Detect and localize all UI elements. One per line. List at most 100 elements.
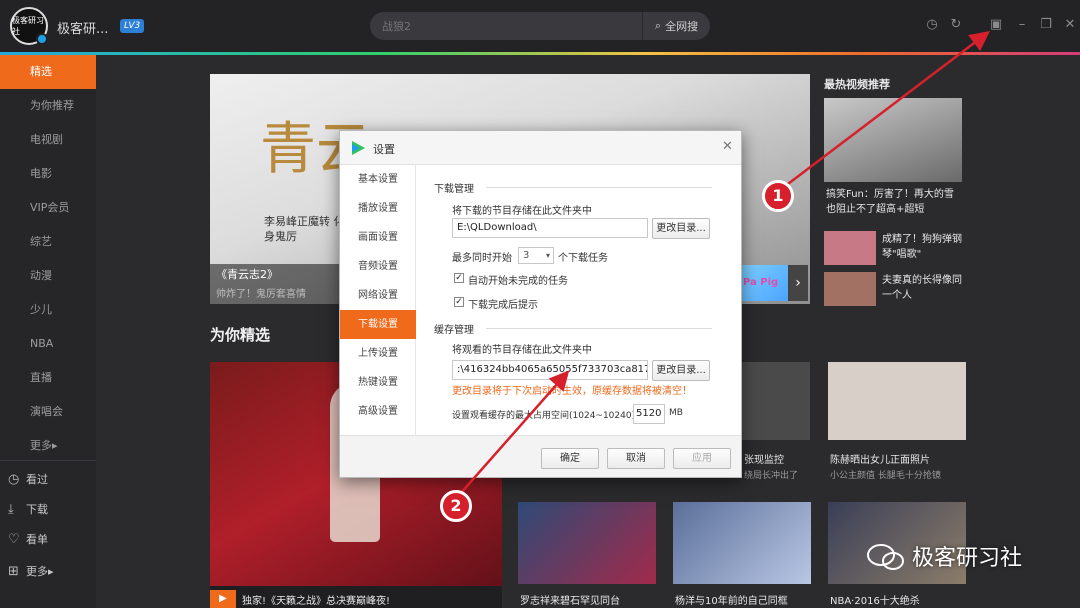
banner-next-icon[interactable]: › — [788, 265, 808, 301]
notify-done-checkbox[interactable]: ✓ — [454, 297, 464, 307]
sidebar-item-for-you[interactable]: 为你推荐 — [0, 89, 96, 123]
sidebar-divider — [0, 460, 96, 461]
video-card-sub: 小公主颜值 长腿毛十分抢镜 — [830, 471, 941, 481]
settings-nav-playback[interactable]: 播放设置 — [340, 194, 416, 223]
settings-nav-download[interactable]: 下载设置 — [340, 310, 416, 339]
close-icon[interactable]: ✕ — [1062, 17, 1078, 33]
video-card-title[interactable]: 陈赫晒出女儿正面照片 — [830, 451, 930, 466]
settings-nav-basic[interactable]: 基本设置 — [340, 165, 416, 194]
refresh-icon[interactable]: ↻ — [948, 17, 964, 33]
video-card-title[interactable]: NBA·2016十大绝杀 — [830, 592, 920, 607]
section-divider — [486, 187, 712, 188]
cache-max-label: 设置观看缓存的最大占用空间(1024~10240) — [452, 411, 636, 421]
sidebar-util-history[interactable]: ◷ 看过 — [0, 465, 96, 495]
concurrent-select[interactable]: 3 ▾ — [518, 247, 554, 264]
annotation-badge-2: 2 — [440, 490, 472, 522]
sidebar: 精选 为你推荐 电视剧 电影 VIP会员 综艺 动漫 少儿 NBA 直播 演唱会… — [0, 55, 96, 608]
banner-thumbnail[interactable]: Pa Pig — [740, 265, 788, 301]
settings-nav-audio[interactable]: 音频设置 — [340, 252, 416, 281]
search-button[interactable]: ⌕ 全网搜 — [642, 12, 710, 40]
settings-nav-advanced[interactable]: 高级设置 — [340, 397, 416, 426]
username[interactable]: 极客研... — [57, 18, 108, 37]
sidebar-item-anime[interactable]: 动漫 — [0, 259, 96, 293]
cache-warning: 更改目录将于下次启动时生效，原缓存数据将被清空！ — [452, 386, 692, 397]
sidebar-util-label: 下载 — [26, 503, 48, 516]
download-change-dir-button[interactable]: 更改目录... — [652, 218, 710, 239]
sidebar-item-featured[interactable]: 精选 — [0, 55, 96, 89]
history-icon[interactable]: ◷ — [924, 17, 940, 33]
annotation-badge-1: 1 — [762, 180, 794, 212]
restore-icon[interactable]: ❐ — [1038, 17, 1054, 33]
settings-nav-upload[interactable]: 上传设置 — [340, 339, 416, 368]
download-icon: ⤓ — [8, 502, 14, 517]
sidebar-item-nba[interactable]: NBA — [0, 327, 96, 361]
cache-change-dir-button[interactable]: 更改目录... — [652, 360, 710, 381]
sidebar-item-variety[interactable]: 综艺 — [0, 225, 96, 259]
sidebar-item-concert[interactable]: 演唱会 — [0, 395, 96, 429]
sidebar-item-tv[interactable]: 电视剧 — [0, 123, 96, 157]
concurrent-value: 3 — [523, 250, 530, 261]
cancel-button[interactable]: 取消 — [607, 448, 665, 469]
apply-button[interactable]: 应用 — [673, 448, 731, 469]
level-badge: LV3 — [120, 19, 145, 33]
chevron-down-icon: ▾ — [545, 251, 550, 260]
auto-resume-checkbox[interactable]: ✓ — [454, 273, 464, 283]
wechat-icon — [867, 544, 904, 570]
dialog-close-icon[interactable]: ✕ — [722, 139, 733, 154]
hot-video-thumb[interactable] — [824, 272, 876, 306]
hot-video-title[interactable]: 夫妻真的长得像同一个人 — [882, 273, 962, 303]
sidebar-util-download[interactable]: ⤓ 下载 — [0, 495, 96, 525]
app-logo-icon — [352, 141, 365, 155]
search-button-label: 全网搜 — [665, 20, 699, 33]
clock-icon: ◷ — [8, 472, 20, 487]
banner-title[interactable]: 《青云志2》 — [216, 266, 278, 282]
featured-card-label[interactable]: 独家!《天籁之战》总决赛巅峰夜! — [242, 592, 390, 607]
sidebar-util-label: 看过 — [26, 473, 48, 486]
cache-max-unit: MB — [669, 408, 683, 418]
download-folder-label: 将下载的节目存储在此文件夹中 — [452, 206, 592, 217]
video-card[interactable] — [518, 502, 656, 584]
concurrent-suffix: 个下载任务 — [558, 253, 608, 264]
auto-resume-label: 自动开始未完成的任务 — [468, 276, 568, 287]
plus-icon: ⊞ — [8, 564, 19, 579]
section-title: 为你精选 — [210, 326, 271, 344]
hot-video-title[interactable]: 搞笑Fun：厉害了！再大的雪也阻止不了超高+超短 — [826, 187, 962, 217]
sidebar-util-more[interactable]: ⊞ 更多▸ — [0, 557, 96, 587]
cache-max-field[interactable]: 5120 — [633, 404, 665, 424]
dialog-header: 设置 ✕ — [340, 131, 741, 165]
sidebar-item-vip[interactable]: VIP会员 — [0, 191, 96, 225]
settings-nav-video[interactable]: 画面设置 — [340, 223, 416, 252]
video-card-title[interactable]: 杨洋与10年前的自己同框 — [675, 592, 788, 607]
video-card[interactable] — [673, 502, 811, 584]
video-card[interactable] — [828, 362, 966, 440]
download-section-title: 下载管理 — [434, 184, 474, 195]
sidebar-item-movies[interactable]: 电影 — [0, 157, 96, 191]
hot-video-thumb[interactable] — [824, 231, 876, 265]
video-card[interactable] — [742, 362, 810, 440]
minimize-icon[interactable]: – — [1014, 17, 1030, 33]
cache-path-field[interactable]: :\416324bb4065a65055f733703ca817e1\ — [452, 360, 648, 380]
settings-menu-icon[interactable]: ▣ — [988, 17, 1004, 33]
hot-video-title[interactable]: 成精了！狗狗弹钢琴"唱歌" — [882, 232, 962, 262]
dialog-title: 设置 — [373, 143, 395, 156]
video-card-title[interactable]: 罗志祥来碧石罕见同台 — [520, 592, 620, 607]
hot-video-thumb[interactable] — [824, 98, 962, 182]
ok-button[interactable]: 确定 — [541, 448, 599, 469]
sidebar-item-live[interactable]: 直播 — [0, 361, 96, 395]
banner-description: 帅炸了！鬼厉套喜情 — [216, 289, 306, 300]
section-divider — [486, 328, 712, 329]
hot-list-title: 最热视频推荐 — [824, 78, 890, 91]
settings-nav-hotkeys[interactable]: 热键设置 — [340, 368, 416, 397]
play-icon[interactable]: ▶ — [210, 590, 236, 608]
settings-nav-network[interactable]: 网络设置 — [340, 281, 416, 310]
sidebar-util-watchlist[interactable]: ♡ 看单 — [0, 525, 96, 555]
search-input[interactable] — [382, 17, 632, 35]
video-card-title[interactable]: 张现监控 — [744, 451, 784, 466]
settings-nav: 基本设置 播放设置 画面设置 音频设置 网络设置 下载设置 上传设置 热键设置 … — [340, 165, 416, 435]
sidebar-item-more[interactable]: 更多▸ — [0, 429, 96, 463]
search-box: ⌕ 全网搜 — [370, 12, 710, 40]
search-icon: ⌕ — [654, 19, 662, 32]
sidebar-item-kids[interactable]: 少儿 — [0, 293, 96, 327]
download-path-field[interactable]: E:\QLDownload\ — [452, 218, 648, 238]
settings-dialog: 设置 ✕ 基本设置 播放设置 画面设置 音频设置 网络设置 下载设置 上传设置 … — [339, 130, 742, 478]
